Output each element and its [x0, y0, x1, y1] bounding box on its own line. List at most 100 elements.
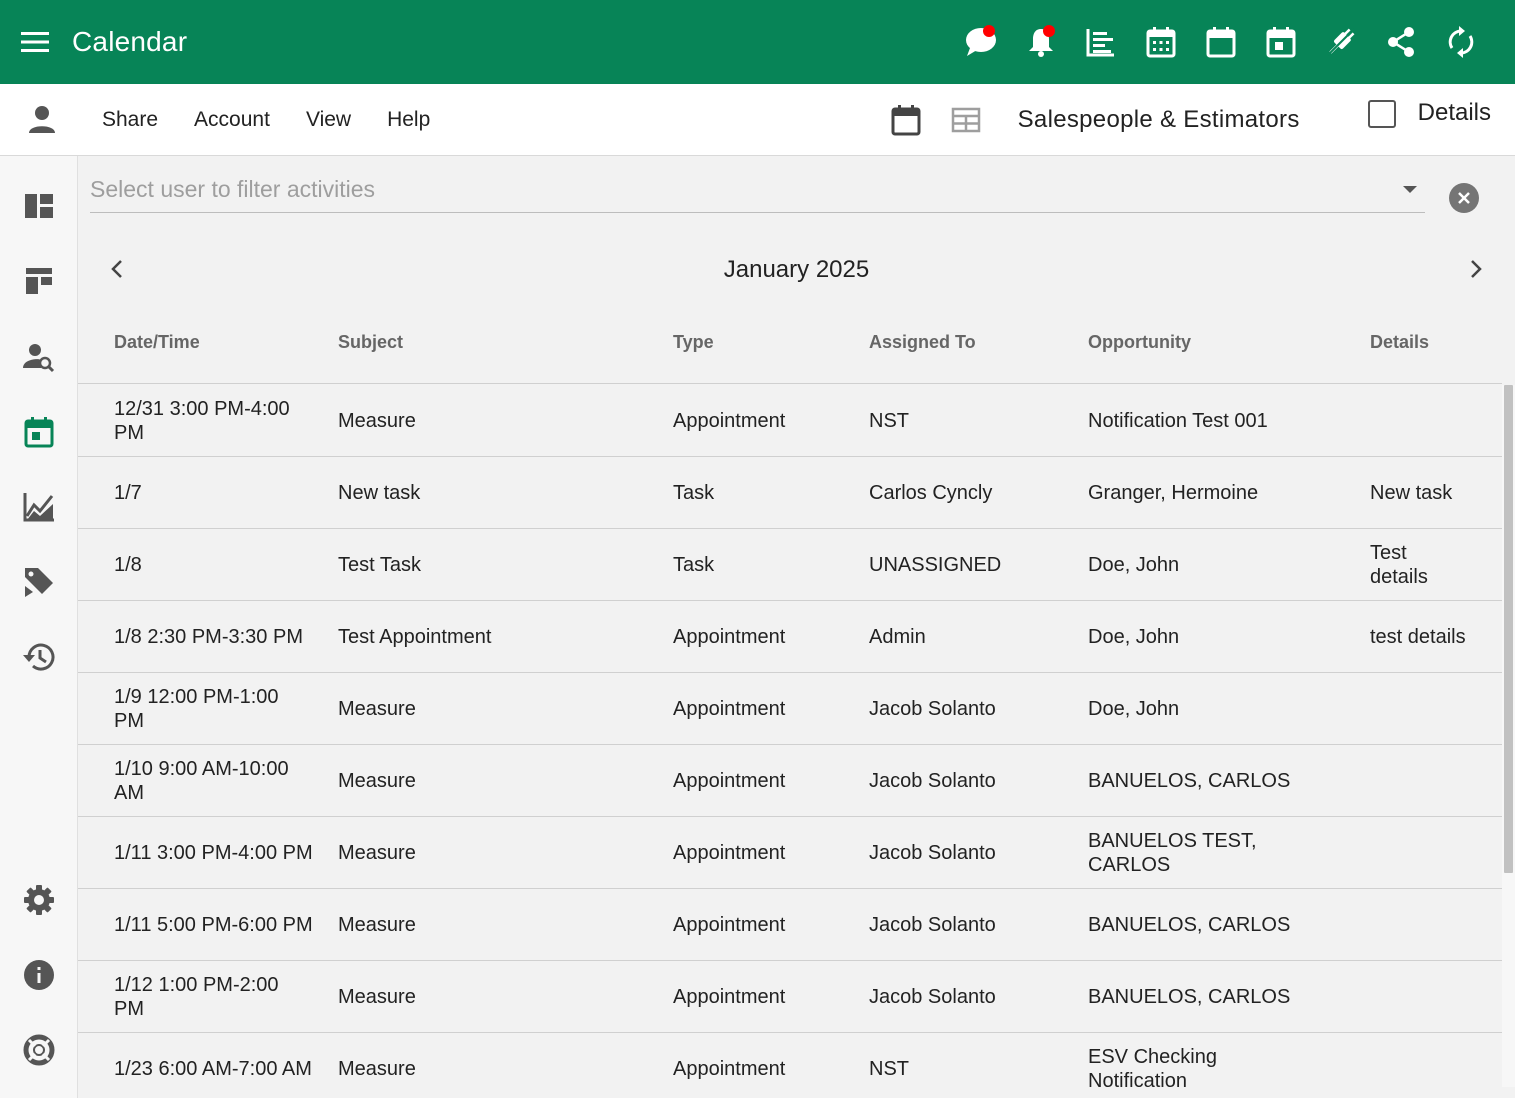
- table-row[interactable]: 1/9 12:00 PM-1:00 PM Measure Appointment…: [78, 673, 1502, 745]
- table-row[interactable]: 1/10 9:00 AM-10:00 AM Measure Appointmen…: [78, 745, 1502, 817]
- board-icon[interactable]: [0, 251, 78, 311]
- cell-details: [1370, 961, 1490, 1033]
- table-view-icon[interactable]: [936, 84, 996, 156]
- table-row[interactable]: 1/8 Test Task Task UNASSIGNED Doe, John …: [78, 529, 1502, 601]
- table-row[interactable]: 1/7 New task Task Carlos Cyncly Granger,…: [78, 457, 1502, 529]
- cell-opportunity: Doe, John: [1088, 698, 1180, 720]
- cell-opportunity: ESV Checking Notification: [1088, 1046, 1217, 1087]
- menu-help[interactable]: Help: [369, 84, 448, 156]
- month-label: January 2025: [723, 256, 870, 283]
- cell-opportunity: Notification Test 001: [1088, 410, 1268, 432]
- cell-datetime: 1/11 3:00 PM-4:00 PM: [114, 842, 313, 864]
- cell-type: Task: [673, 482, 715, 504]
- column-header-type[interactable]: Type: [673, 332, 714, 353]
- bell-notification-dot: [1043, 25, 1055, 37]
- calendar-view-icon[interactable]: [876, 84, 936, 156]
- bell-icon[interactable]: [1011, 0, 1071, 84]
- chat-icon[interactable]: [951, 0, 1011, 84]
- cell-datetime: 1/23 6:00 AM-7:00 AM: [114, 1058, 312, 1080]
- cell-subject: Measure: [338, 698, 416, 720]
- cell-details: Test details: [1370, 542, 1428, 588]
- calendar-blank-icon[interactable]: [1191, 0, 1251, 84]
- table-row[interactable]: 1/12 1:00 PM-2:00 PM Measure Appointment…: [78, 961, 1502, 1033]
- cell-type: Appointment: [673, 698, 786, 720]
- cell-assigned: Jacob Solanto: [869, 698, 996, 720]
- dashboard-icon[interactable]: [0, 176, 78, 236]
- share-icon[interactable]: [1371, 0, 1431, 84]
- person-search-icon[interactable]: [0, 328, 78, 388]
- cell-assigned: Jacob Solanto: [869, 770, 996, 792]
- calendar-today-icon[interactable]: [1251, 0, 1311, 84]
- chevron-down-icon[interactable]: [1403, 186, 1417, 193]
- group-label[interactable]: Salespeople & Estimators: [1018, 106, 1300, 134]
- sync-icon[interactable]: [1431, 0, 1491, 84]
- cell-assigned: Admin: [869, 626, 926, 648]
- person-icon[interactable]: [0, 84, 84, 156]
- menu-share[interactable]: Share: [84, 84, 176, 156]
- details-checkbox[interactable]: [1367, 100, 1396, 128]
- sidebar: [0, 156, 78, 1098]
- cell-subject: Measure: [338, 770, 416, 792]
- scrollbar-thumb[interactable]: [1504, 385, 1513, 873]
- cell-assigned: NST: [869, 410, 909, 432]
- table-row[interactable]: 1/23 6:00 AM-7:00 AM Measure Appointment…: [78, 1033, 1502, 1087]
- calendar-icon[interactable]: [0, 402, 78, 462]
- close-icon: [1458, 192, 1470, 204]
- column-header-details[interactable]: Details: [1370, 332, 1429, 353]
- cell-opportunity: Doe, John: [1088, 554, 1180, 576]
- clear-filter-button[interactable]: [1449, 183, 1479, 213]
- table-header: [78, 324, 1502, 384]
- column-header-assigned[interactable]: Assigned To: [869, 332, 976, 353]
- menu-icon[interactable]: [0, 0, 72, 84]
- month-navigation: January 2025: [78, 246, 1515, 292]
- table-row[interactable]: 1/11 3:00 PM-4:00 PM Measure Appointment…: [78, 817, 1502, 889]
- cell-datetime: 1/10 9:00 AM-10:00 AM: [114, 758, 289, 804]
- cell-opportunity: BANUELOS, CARLOS: [1088, 914, 1291, 936]
- table-row[interactable]: 1/8 2:30 PM-3:30 PM Test Appointment App…: [78, 601, 1502, 673]
- cell-subject: Measure: [338, 914, 416, 936]
- cell-assigned: NST: [869, 1058, 909, 1080]
- details-label[interactable]: Details: [1418, 99, 1491, 127]
- cell-datetime: 1/12 1:00 PM-2:00 PM: [114, 974, 279, 1020]
- plug-icon[interactable]: [1311, 0, 1371, 84]
- cell-type: Appointment: [673, 914, 786, 936]
- cell-subject: Measure: [338, 410, 416, 432]
- cell-type: Appointment: [673, 842, 786, 864]
- chart-icon[interactable]: [0, 477, 78, 537]
- table-body: 12/31 3:00 PM-4:00 PM Measure Appointmen…: [78, 385, 1502, 1087]
- user-filter-select[interactable]: [90, 172, 1425, 213]
- cell-type: Appointment: [673, 626, 786, 648]
- cell-details: [1370, 385, 1490, 457]
- info-icon[interactable]: [0, 945, 78, 1005]
- cell-details: [1370, 673, 1490, 745]
- user-filter-input[interactable]: [90, 172, 1390, 203]
- cell-details: [1370, 745, 1490, 817]
- column-header-opportunity[interactable]: Opportunity: [1088, 332, 1191, 353]
- app-bar: Calendar: [0, 0, 1515, 84]
- cell-subject: Test Task: [338, 554, 421, 576]
- chat-notification-dot: [983, 25, 995, 37]
- column-header-subject[interactable]: Subject: [338, 332, 403, 353]
- settings-icon[interactable]: [0, 870, 78, 930]
- calendar-grid-icon[interactable]: [1131, 0, 1191, 84]
- history-icon[interactable]: [0, 627, 78, 687]
- table-row[interactable]: 1/11 5:00 PM-6:00 PM Measure Appointment…: [78, 889, 1502, 961]
- cell-opportunity: BANUELOS, CARLOS: [1088, 986, 1291, 1008]
- gantt-icon[interactable]: [1071, 0, 1131, 84]
- cell-opportunity: BANUELOS, CARLOS: [1088, 770, 1291, 792]
- column-header-datetime[interactable]: Date/Time: [114, 332, 200, 353]
- next-month-button[interactable]: [1461, 254, 1491, 284]
- menu-view[interactable]: View: [288, 84, 369, 156]
- cell-datetime: 1/8: [114, 554, 142, 576]
- cell-subject: Measure: [338, 842, 416, 864]
- cell-details: test details: [1370, 626, 1466, 648]
- cell-details: [1370, 817, 1490, 889]
- table-scrollbar[interactable]: [1502, 385, 1515, 1087]
- cell-type: Appointment: [673, 410, 786, 432]
- tag-icon[interactable]: [0, 552, 78, 612]
- cell-details: [1370, 1033, 1490, 1087]
- menu-account[interactable]: Account: [176, 84, 288, 156]
- table-row[interactable]: 12/31 3:00 PM-4:00 PM Measure Appointmen…: [78, 385, 1502, 457]
- cell-datetime: 1/11 5:00 PM-6:00 PM: [114, 914, 313, 936]
- help-lifebuoy-icon[interactable]: [0, 1020, 78, 1080]
